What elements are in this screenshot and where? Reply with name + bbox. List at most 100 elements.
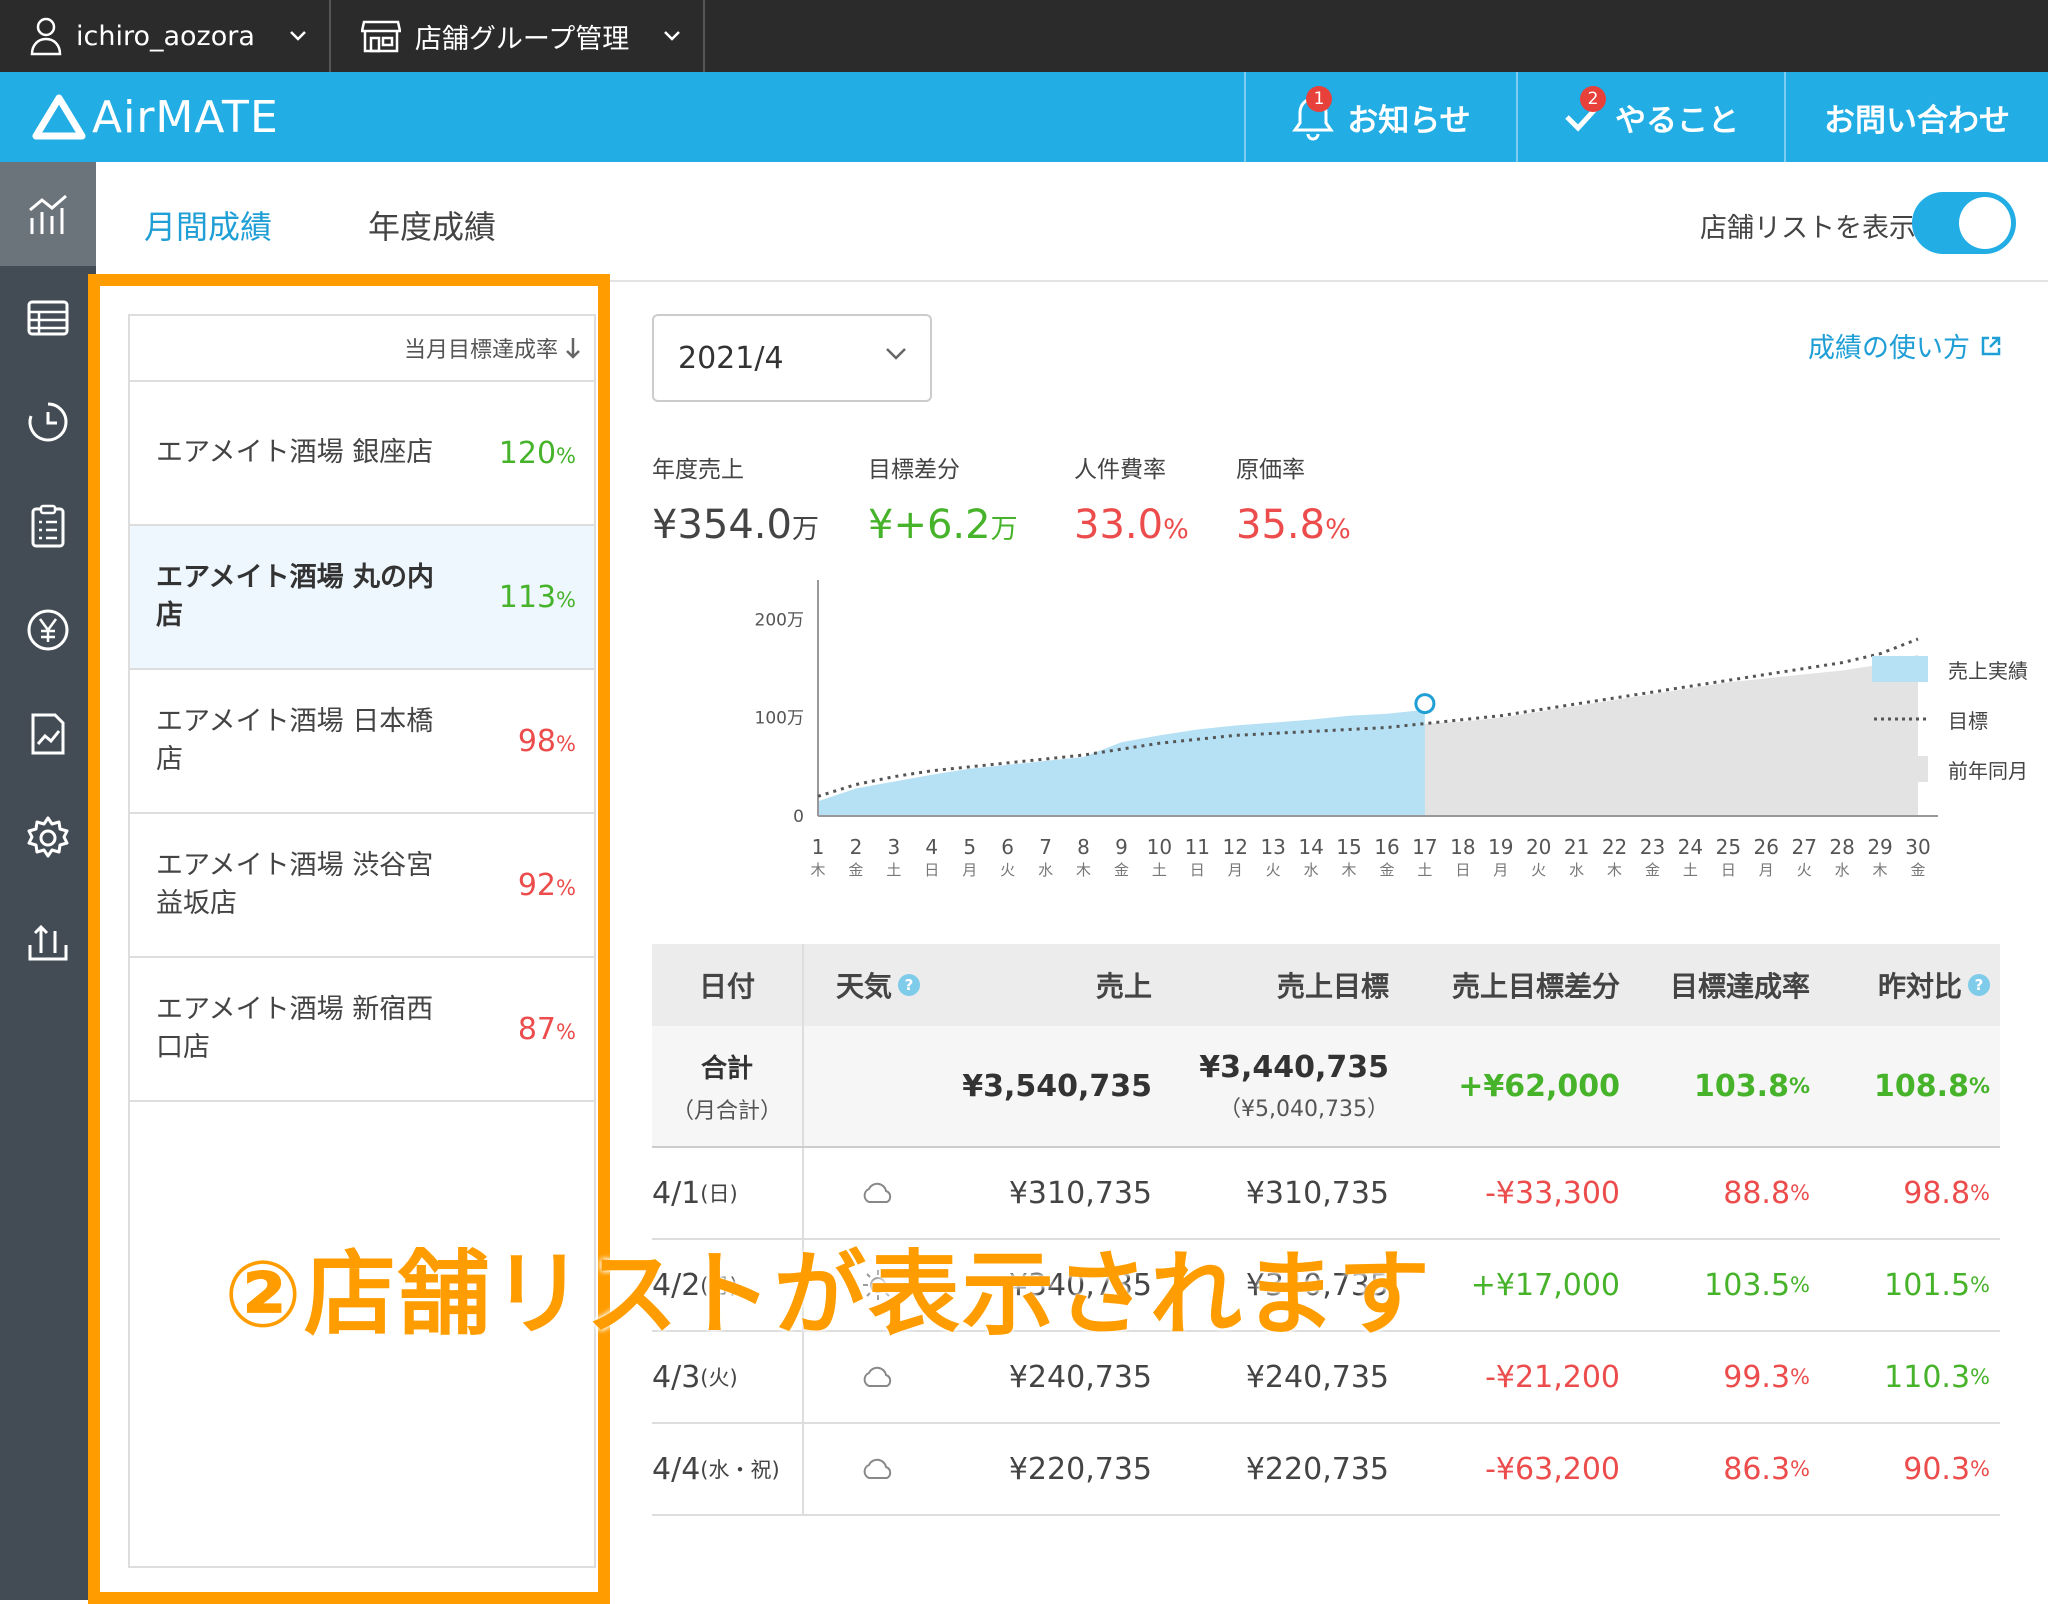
kpi-unit: 万: [990, 514, 1018, 545]
col-yoy: 昨対比?: [1810, 965, 1990, 1005]
x-tick-label: 26: [1754, 835, 1779, 859]
store-row[interactable]: エアメイト酒場 丸の内店 113%: [130, 526, 594, 670]
row-yoy: 101.5%: [1810, 1240, 1990, 1330]
total-sales: ¥3,540,735: [962, 1068, 1152, 1104]
x-tick-label: 1: [812, 835, 825, 859]
x-weekday-label: 金: [848, 861, 863, 879]
x-tick-label: 13: [1260, 835, 1285, 859]
cloud-icon: [863, 1366, 892, 1387]
kpi-unit: %: [1163, 514, 1189, 545]
store-rate-value: 92: [517, 867, 557, 903]
store-row[interactable]: エアメイト酒場 銀座店 120%: [130, 382, 594, 526]
x-weekday-label: 金: [1910, 861, 1925, 879]
table-row[interactable]: 4/4 (水・祝) ¥220,735 ¥220,735 -¥63,200 86.3…: [652, 1424, 2000, 1516]
tab-monthly[interactable]: 月間成績: [144, 202, 272, 248]
store-list-sort[interactable]: 当月目標達成率: [130, 316, 594, 382]
sidebar-item-report[interactable]: [0, 682, 96, 786]
store-rate-unit: %: [556, 731, 576, 756]
row-rate-unit: %: [1790, 1273, 1810, 1297]
store-row[interactable]: エアメイト酒場 日本橋店 98%: [130, 670, 594, 814]
user-menu[interactable]: ichiro_aozora: [0, 0, 331, 72]
airmate-logo[interactable]: AirMATE: [32, 92, 279, 143]
logo-text: AirMATE: [92, 91, 279, 143]
help-icon[interactable]: ?: [898, 974, 920, 996]
legend-label-prev-year: 前年同月: [1948, 758, 2028, 783]
legend-swatch-prev-year: [1872, 756, 1928, 782]
contact-button[interactable]: お問い合わせ: [1784, 72, 2048, 162]
row-rate: 99.3%: [1620, 1332, 1810, 1422]
x-weekday-label: 金: [1114, 861, 1129, 879]
row-yoy-unit: %: [1970, 1457, 1990, 1481]
sidebar-item-table[interactable]: [0, 266, 96, 370]
x-tick-label: 12: [1223, 835, 1248, 859]
row-rate: 88.8%: [1620, 1148, 1810, 1238]
x-weekday-label: 日: [924, 861, 939, 879]
month-select-value: 2021/4: [678, 340, 784, 376]
store-row[interactable]: エアメイト酒場 新宿西口店 87%: [130, 958, 594, 1102]
annotation-text: ②店舗リストが表示されます: [224, 1241, 1432, 1348]
sidebar-item-yen[interactable]: [0, 578, 96, 682]
row-yoy-unit: %: [1970, 1181, 1990, 1205]
legend-prev-year: 前年同月: [1872, 744, 2028, 794]
month-select[interactable]: 2021/4: [652, 314, 932, 402]
store-list-toggle[interactable]: [1912, 192, 2016, 254]
store-rate-value: 98: [517, 723, 557, 759]
x-tick-label: 6: [1001, 835, 1014, 859]
notifications-button[interactable]: 1 お知らせ: [1244, 72, 1516, 162]
sidebar-item-upload[interactable]: [0, 890, 96, 994]
app-header: AirMATE 1 お知らせ 2 やること お問い合わせ: [0, 72, 2048, 162]
sidebar-item-settings[interactable]: [0, 786, 96, 890]
row-yoy: 110.3%: [1810, 1332, 1990, 1422]
store-rate-value: 120: [498, 435, 557, 471]
total-target-sub: （¥5,040,735）: [1219, 1096, 1389, 1122]
store-rate: 113%: [499, 580, 576, 615]
store-group-menu[interactable]: 店舗グループ管理: [331, 0, 706, 72]
store-name: エアメイト酒場 日本橋店: [156, 706, 434, 775]
legend-swatch-target: [1874, 717, 1926, 721]
row-target: ¥220,735: [1245, 1451, 1389, 1487]
row-rate-unit: %: [1790, 1457, 1810, 1481]
x-tick-label: 4: [925, 835, 938, 859]
kpi-label: 人件費率: [1074, 457, 1166, 483]
x-tick-label: 24: [1678, 835, 1703, 859]
legend-label-sales: 売上実績: [1948, 658, 2028, 683]
row-date-value: 4/3: [652, 1359, 701, 1395]
col-weather: 天気?: [802, 944, 952, 1026]
store-name: エアメイト酒場 渋谷宮益坂店: [156, 850, 434, 919]
toggle-knob: [1959, 197, 2011, 249]
row-rate-value: 103.5: [1704, 1267, 1791, 1303]
x-weekday-label: 金: [1645, 861, 1660, 879]
todo-button[interactable]: 2 やること: [1516, 72, 1784, 162]
row-rate-unit: %: [1790, 1365, 1810, 1389]
airmate-logo-icon: [32, 94, 86, 140]
sidebar-item-history[interactable]: [0, 370, 96, 474]
x-weekday-label: 火: [1531, 861, 1546, 879]
store-rate-unit: %: [556, 443, 576, 468]
total-sub: （月合計）: [671, 1098, 782, 1124]
help-icon[interactable]: ?: [1968, 974, 1990, 996]
store-rate: 120%: [499, 436, 576, 471]
x-weekday-label: 木: [810, 861, 825, 879]
store-rate: 87%: [518, 1012, 576, 1047]
total-yoy-unit: %: [1968, 1074, 1990, 1098]
row-yoy-unit: %: [1970, 1365, 1990, 1389]
cloud-icon: [863, 1182, 892, 1203]
howto-link[interactable]: 成績の使い方: [1808, 326, 2002, 365]
x-tick-label: 16: [1374, 835, 1399, 859]
kpi-number: 35.8: [1236, 502, 1326, 548]
tab-yearly[interactable]: 年度成績: [368, 202, 496, 248]
x-tick-label: 14: [1298, 835, 1323, 859]
x-weekday-label: 日: [1721, 861, 1736, 879]
sidebar-item-checklist[interactable]: [0, 474, 96, 578]
sidebar-item-performance[interactable]: [0, 162, 96, 266]
y-tick-label: 200万: [755, 610, 804, 630]
x-tick-label: 8: [1077, 835, 1090, 859]
total-label-cell: 合計 （月合計）: [652, 1026, 802, 1146]
row-diff: -¥63,200: [1485, 1451, 1620, 1487]
history-icon: [28, 402, 68, 442]
current-point: [1414, 693, 1436, 715]
row-rate-value: 86.3: [1723, 1451, 1791, 1487]
store-row[interactable]: エアメイト酒場 渋谷宮益坂店 92%: [130, 814, 594, 958]
header-nav: 1 お知らせ 2 やること お問い合わせ: [1244, 72, 2048, 162]
checklist-icon: [31, 504, 65, 548]
